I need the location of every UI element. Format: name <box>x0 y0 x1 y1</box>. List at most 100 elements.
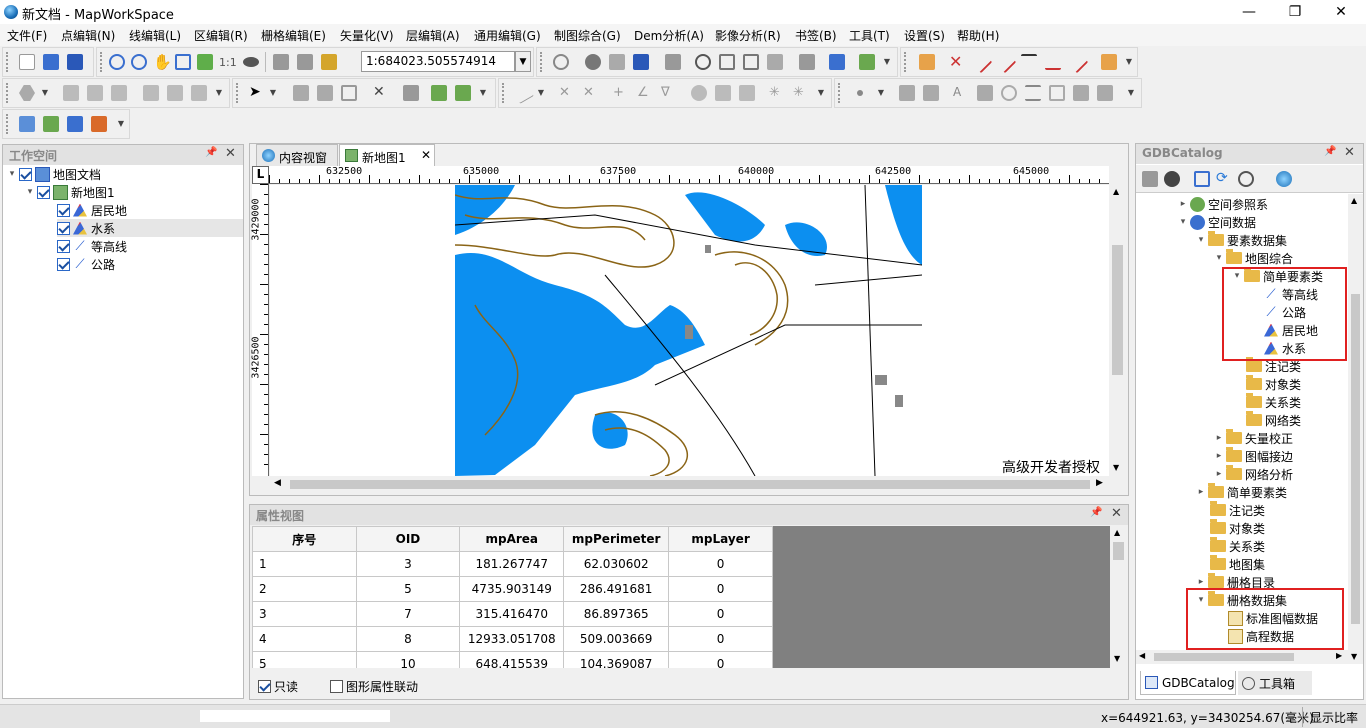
table-row[interactable]: 2 5 4735.903149 286.491681 0 <box>252 576 773 602</box>
point-edit4-icon[interactable] <box>1001 85 1017 101</box>
checkbox[interactable] <box>57 203 70 217</box>
dropdown-arrow-icon[interactable]: ▼ <box>535 83 547 103</box>
shape2-icon[interactable] <box>63 85 79 101</box>
info-icon[interactable] <box>585 54 601 70</box>
catalog-item-simple-feature-class-2[interactable]: ▸ 简单要素类 <box>1196 483 1287 501</box>
catalog-item-object-class[interactable]: 对象类 <box>1246 375 1301 393</box>
align-icon[interactable] <box>1025 85 1041 101</box>
add-data-icon[interactable] <box>859 54 875 70</box>
arrow-cursor-icon[interactable]: ➤ <box>249 84 265 100</box>
delete-icon[interactable]: ✕ <box>373 84 389 100</box>
line2-icon[interactable] <box>993 50 1017 74</box>
rotate-icon[interactable] <box>691 85 707 101</box>
menu-line-edit[interactable]: 线编辑(L) <box>129 27 181 44</box>
table-row[interactable]: 5 10 648.415539 104.369087 0 <box>252 651 773 668</box>
full-extent-icon[interactable] <box>175 54 191 70</box>
shape7-icon[interactable] <box>191 85 207 101</box>
map-vertical-scrollbar[interactable]: ▲ ▼ <box>1109 185 1126 476</box>
point-icon[interactable] <box>857 90 863 96</box>
scroll-left-icon[interactable]: ◀ <box>274 478 281 488</box>
shape4-icon[interactable] <box>111 85 127 101</box>
catalog-item-relation-class-2[interactable]: 关系类 <box>1210 537 1265 555</box>
edit3-icon[interactable] <box>341 85 357 101</box>
measure-icon[interactable] <box>609 54 625 70</box>
dropdown-arrow-icon[interactable]: ▼ <box>875 83 887 103</box>
checkbox[interactable] <box>37 185 50 199</box>
table-cell[interactable]: 1 <box>252 551 357 577</box>
menu-general-edit[interactable]: 通用编辑(G) <box>474 27 541 44</box>
table-cell[interactable]: 181.267747 <box>459 551 565 577</box>
catalog-item-annotation-2[interactable]: 注记类 <box>1210 501 1265 519</box>
refresh-icon[interactable] <box>197 54 213 70</box>
table-cell[interactable]: 5 <box>355 576 461 602</box>
table-cell[interactable]: 0 <box>668 651 773 668</box>
line-join-icon[interactable]: ∠ <box>637 85 653 101</box>
panel-close-icon[interactable]: ✕ <box>1344 145 1355 160</box>
toolbar-grip[interactable] <box>6 83 9 103</box>
scroll-thumb[interactable] <box>290 480 1090 489</box>
copy-icon[interactable] <box>715 85 731 101</box>
menu-image-analysis[interactable]: 影像分析(R) <box>715 27 781 44</box>
table-cell[interactable]: 286.491681 <box>563 576 670 602</box>
menu-cartographic[interactable]: 制图综合(G) <box>554 27 621 44</box>
polygon-icon[interactable] <box>19 85 35 101</box>
box-icon[interactable] <box>1049 85 1065 101</box>
toolbar-grip[interactable] <box>502 83 505 103</box>
snap2-icon[interactable]: ✳ <box>793 85 809 101</box>
table-cell[interactable]: 4735.903149 <box>459 576 565 602</box>
contrast-icon[interactable] <box>695 54 711 70</box>
dropdown-arrow-icon[interactable]: ▼ <box>39 83 51 103</box>
line-cut-icon[interactable]: ✕ <box>559 85 575 101</box>
toolbar-grip[interactable] <box>236 83 239 103</box>
table-cell[interactable]: 0 <box>668 601 773 627</box>
scroll-up-icon[interactable]: ▲ <box>1351 196 1357 205</box>
catalog-horizontal-scrollbar[interactable]: ◀ ▶ <box>1136 650 1348 664</box>
readonly-option[interactable]: 只读 <box>258 678 298 695</box>
heart-icon[interactable] <box>665 54 681 70</box>
menu-settings[interactable]: 设置(S) <box>904 27 945 44</box>
table-cell[interactable]: 10 <box>355 651 461 668</box>
tab-toolbox[interactable]: 工具箱 <box>1238 671 1312 695</box>
catalog-item-feature-dataset[interactable]: ▾ 要素数据集 <box>1196 231 1287 249</box>
line-trim-icon[interactable]: ∇ <box>661 85 677 101</box>
menu-bookmarks[interactable]: 书签(B) <box>795 27 837 44</box>
minimize-button[interactable]: — <box>1226 0 1272 24</box>
scroll-down-icon[interactable]: ▼ <box>1113 463 1119 472</box>
search-icon[interactable] <box>1238 171 1254 187</box>
scale-dropdown-icon[interactable]: ▼ <box>515 51 531 72</box>
magnify-icon[interactable] <box>553 54 569 70</box>
ruler-corner[interactable]: L <box>252 166 269 184</box>
table-cell[interactable]: 86.897365 <box>563 601 670 627</box>
tab-new-map[interactable]: 新地图1 ✕ <box>339 144 435 166</box>
table-cell[interactable]: 8 <box>355 626 461 652</box>
text-icon[interactable]: A <box>953 85 969 101</box>
toolbar-grip[interactable] <box>100 52 103 72</box>
table-icon[interactable] <box>743 54 759 70</box>
toolbar-grip[interactable] <box>838 83 841 103</box>
table-cell[interactable]: 0 <box>668 576 773 602</box>
scroll-down-icon[interactable]: ▼ <box>1114 654 1120 663</box>
table-row[interactable]: 3 7 315.416470 86.897365 0 <box>252 601 773 627</box>
refresh-icon[interactable]: ⟳ <box>1216 170 1232 186</box>
menu-raster-edit[interactable]: 栅格编辑(E) <box>261 27 326 44</box>
move-icon[interactable] <box>739 85 755 101</box>
dropdown-arrow-icon[interactable]: ▼ <box>115 114 127 134</box>
dropdown-arrow-icon[interactable]: ▼ <box>1123 52 1135 72</box>
prev-view-icon[interactable] <box>273 54 289 70</box>
tab-close-icon[interactable]: ✕ <box>421 148 431 162</box>
eraser-icon[interactable] <box>403 85 419 101</box>
catalog-item-spatial-ref[interactable]: ▸ 空间参照系 <box>1178 195 1268 213</box>
dropdown-arrow-icon[interactable]: ▼ <box>477 83 489 103</box>
scroll-up-icon[interactable]: ▲ <box>1114 528 1120 537</box>
collapse-arrow-icon[interactable]: ▾ <box>25 187 35 197</box>
menu-dem-analysis[interactable]: Dem分析(A) <box>634 27 704 44</box>
table-cell[interactable]: 0 <box>668 626 773 652</box>
map-canvas[interactable]: 高级开发者授权 <box>270 185 1109 476</box>
catalog-item-object-class-2[interactable]: 对象类 <box>1210 519 1265 537</box>
route-icon[interactable] <box>91 116 107 132</box>
tab-gdbcatalog[interactable]: GDBCatalog <box>1140 671 1236 695</box>
menu-vectorize[interactable]: 矢量化(V) <box>340 27 394 44</box>
link-option[interactable]: 图形属性联动 <box>330 678 418 695</box>
line3-icon[interactable] <box>1065 50 1089 74</box>
column-header[interactable]: mpLayer <box>668 526 773 552</box>
